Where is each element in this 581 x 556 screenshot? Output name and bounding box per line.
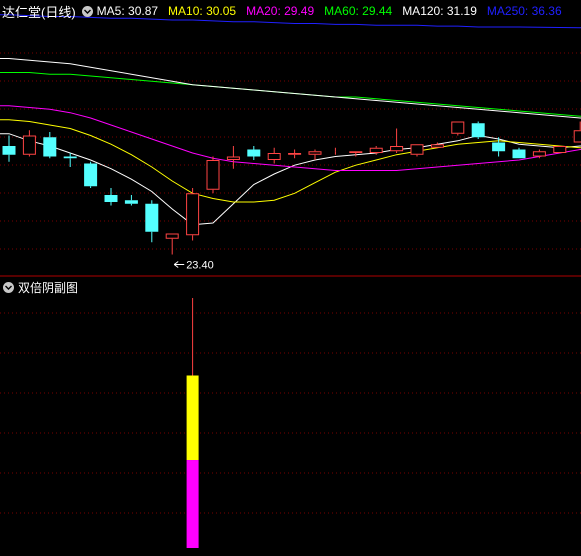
candle-body bbox=[390, 146, 404, 152]
candle-body bbox=[226, 156, 240, 160]
chart-canvas: 23.40 bbox=[0, 14, 581, 548]
candle bbox=[124, 195, 138, 206]
candle bbox=[308, 149, 322, 160]
candle-body bbox=[573, 130, 581, 143]
candle bbox=[2, 135, 16, 162]
candle bbox=[451, 121, 465, 136]
candle-body bbox=[22, 135, 36, 155]
candle bbox=[43, 132, 57, 159]
candle-body bbox=[63, 156, 77, 159]
candle bbox=[145, 200, 159, 243]
ma-legend-item: MA5: 30.87 bbox=[96, 4, 159, 18]
candle-body bbox=[410, 144, 424, 155]
candle-body bbox=[104, 195, 118, 202]
sub-panel bbox=[186, 298, 199, 548]
candle-body bbox=[430, 144, 444, 148]
candle bbox=[104, 188, 118, 206]
candle-body bbox=[247, 149, 261, 157]
candle-body bbox=[43, 137, 57, 157]
candle bbox=[247, 146, 261, 160]
candle bbox=[553, 146, 567, 153]
candle bbox=[288, 149, 302, 159]
sub-bar-yellow bbox=[186, 375, 199, 461]
candle bbox=[512, 147, 526, 159]
stock-title: 达仁堂(日线) bbox=[2, 4, 76, 20]
candle bbox=[165, 233, 179, 255]
candle-body bbox=[471, 123, 485, 138]
sub-header: 双倍阴副图 bbox=[0, 279, 78, 295]
candle bbox=[410, 144, 424, 157]
ma-lines bbox=[0, 14, 581, 226]
candle bbox=[63, 153, 77, 167]
ma-legend: MA5: 30.87 MA10: 30.05 MA20: 29.49 MA60: 29… bbox=[97, 4, 572, 18]
sub-bar-magenta bbox=[186, 460, 199, 548]
ma-line-ma60 bbox=[0, 72, 581, 117]
sub-panel-title: 双倍阴副图 bbox=[18, 280, 79, 295]
candle-body bbox=[308, 151, 322, 155]
candle-body bbox=[288, 153, 302, 155]
ma-legend-item: MA250: 36.36 bbox=[486, 4, 562, 18]
candle bbox=[390, 128, 404, 153]
candle bbox=[267, 147, 281, 164]
candle-body bbox=[369, 147, 383, 153]
ma-legend-item: MA20: 29.49 bbox=[246, 4, 315, 18]
candle-body bbox=[492, 142, 506, 152]
candle-body bbox=[206, 160, 220, 190]
low-price-label: 23.40 bbox=[186, 260, 214, 272]
candle bbox=[22, 130, 36, 157]
indicator-toggle-icon[interactable] bbox=[81, 5, 93, 17]
candle-body bbox=[165, 233, 179, 239]
candle-body bbox=[451, 121, 465, 134]
grid-lines bbox=[0, 52, 581, 514]
candle bbox=[84, 161, 98, 188]
candle-body bbox=[84, 163, 98, 187]
candle bbox=[186, 188, 200, 241]
candle-body bbox=[124, 200, 138, 204]
candle-body bbox=[349, 151, 363, 153]
candle-body bbox=[186, 193, 200, 236]
candle-body bbox=[532, 151, 546, 157]
main-header: 达仁堂(日线) MA5: 30.87 MA10: 30.05 MA20: 29.49… bbox=[0, 3, 581, 20]
candle bbox=[573, 121, 581, 143]
ma-legend-item: MA60: 29.44 bbox=[324, 4, 393, 18]
ma-line-ma10 bbox=[0, 119, 581, 203]
candle-body bbox=[553, 146, 567, 153]
ma-legend-item: MA120: 31.19 bbox=[402, 4, 477, 18]
candle-body bbox=[512, 149, 526, 159]
candle bbox=[471, 121, 485, 139]
sub-indicator-toggle-icon[interactable] bbox=[3, 281, 14, 293]
candle bbox=[206, 156, 220, 194]
ma-legend-item: MA10: 30.05 bbox=[168, 4, 237, 18]
candle-body bbox=[145, 203, 159, 232]
candle-body bbox=[267, 153, 281, 160]
candle bbox=[226, 146, 240, 169]
candle-body bbox=[2, 146, 16, 155]
low-annotation: 23.40 bbox=[173, 260, 214, 272]
